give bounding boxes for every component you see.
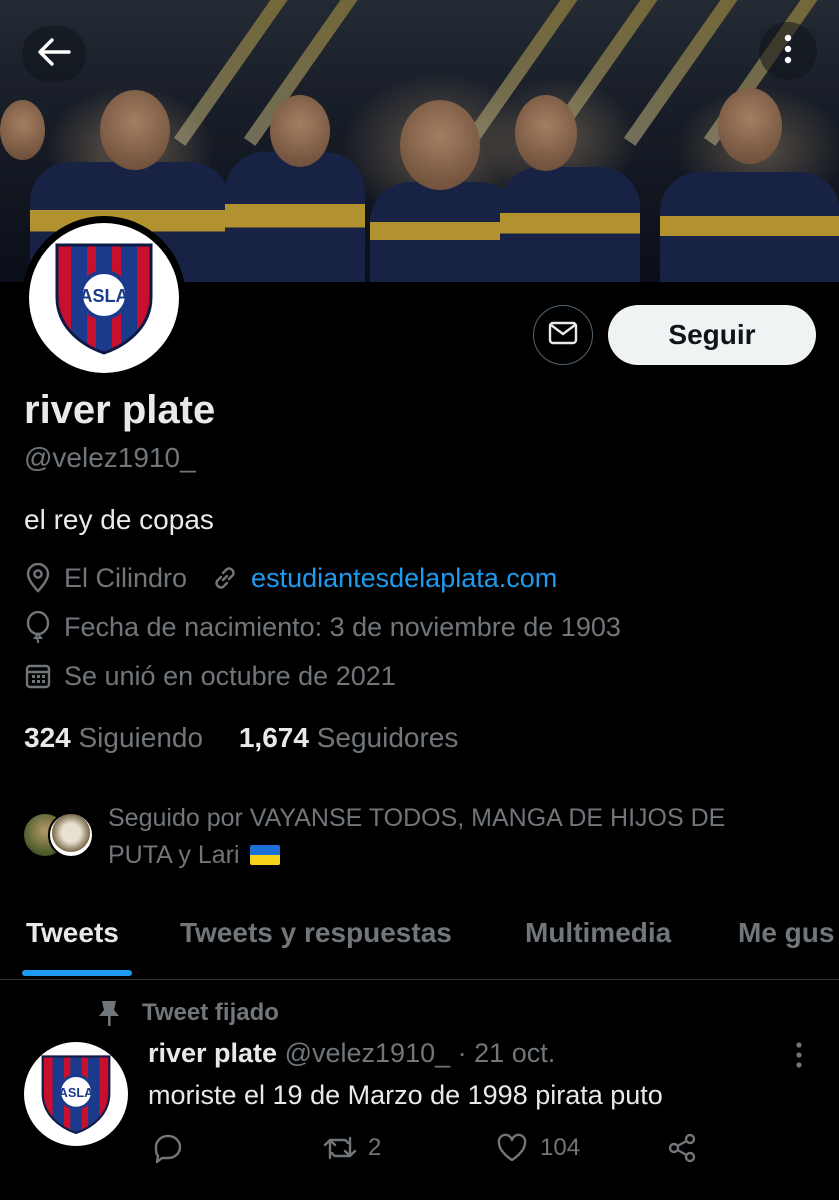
more-options-button[interactable] <box>759 22 817 80</box>
link-icon <box>209 562 241 594</box>
retweet-icon <box>322 1130 358 1166</box>
tab-media[interactable]: Multimedia <box>525 917 671 949</box>
birthday-text: Fecha de nacimiento: 3 de noviembre de 1… <box>64 611 621 642</box>
tweet-actions: 2 104 <box>0 1130 839 1178</box>
following-label: Siguiendo <box>78 722 204 753</box>
arrow-left-icon <box>36 37 72 72</box>
followed-by-line1: Seguido por VAYANSE TODOS, MANGA DE HIJO… <box>108 804 726 832</box>
profile-meta-joined: Se unió en octubre de 2021 <box>22 660 396 692</box>
website-link[interactable]: estudiantesdelaplata.com <box>251 563 557 594</box>
tweet-text: moriste el 19 de Marzo de 1998 pirata pu… <box>148 1080 663 1110</box>
balloon-icon <box>22 611 54 643</box>
profile-handle: @velez1910_ <box>24 442 196 473</box>
profile-bio: el rey de copas <box>24 504 214 535</box>
tweet-more-button[interactable] <box>792 1040 806 1075</box>
svg-text:ASLA: ASLA <box>59 1085 94 1100</box>
club-crest-icon: ASLA <box>55 243 153 355</box>
more-vertical-icon <box>792 1042 806 1074</box>
club-crest-icon: ASLA <box>41 1055 111 1135</box>
active-tab-indicator <box>22 970 132 976</box>
follower-avatar <box>48 812 94 858</box>
reply-button[interactable] <box>150 1130 196 1166</box>
tab-tweets[interactable]: Tweets <box>26 917 119 949</box>
location-pin-icon <box>22 562 54 594</box>
reply-icon <box>150 1130 186 1166</box>
share-button[interactable] <box>664 1130 710 1166</box>
tweet-date[interactable]: 21 oct. <box>474 1038 555 1068</box>
following-link[interactable]: 324 Siguiendo <box>24 722 203 753</box>
pinned-text: Tweet fijado <box>142 999 279 1026</box>
follow-counts: 324 Siguiendo 1,674 Seguidores <box>24 722 458 754</box>
tweet-header: river plate @velez1910_ · 21 oct. <box>148 1038 555 1069</box>
retweet-button[interactable]: 2 <box>322 1130 381 1166</box>
retweet-count: 2 <box>368 1134 382 1161</box>
envelope-icon <box>548 321 578 350</box>
tab-likes[interactable]: Me gus <box>738 917 834 949</box>
followers-count: 1,674 <box>238 722 309 753</box>
profile-avatar[interactable]: ASLA <box>22 216 186 380</box>
calendar-icon <box>22 660 54 692</box>
followed-by-line2: PUTA y Lari <box>108 841 240 869</box>
follow-button[interactable]: Seguir <box>608 305 816 365</box>
share-icon <box>664 1130 700 1166</box>
message-button[interactable] <box>533 305 593 365</box>
location-text: El Cilindro <box>64 562 188 593</box>
profile-tabs: Tweets Tweets y respuestas Multimedia Me… <box>0 900 839 980</box>
svg-text:ASLA: ASLA <box>80 286 129 306</box>
followers-label: Seguidores <box>316 722 459 753</box>
followed-by-text: Seguido por VAYANSE TODOS, MANGA DE HIJO… <box>108 800 808 874</box>
pin-icon <box>96 998 122 1028</box>
profile-meta-location-website: El Cilindro estudiantesdelaplata.com <box>22 562 557 594</box>
followers-link[interactable]: 1,674 Seguidores <box>239 722 459 753</box>
profile-meta-birthday: Fecha de nacimiento: 3 de noviembre de 1… <box>22 611 621 643</box>
like-count: 104 <box>540 1134 581 1161</box>
tweet-separator: · <box>457 1038 467 1068</box>
joined-text: Se unió en octubre de 2021 <box>64 660 396 691</box>
profile-name: river plate <box>24 388 216 432</box>
back-button[interactable] <box>22 26 86 82</box>
tab-tweets-replies[interactable]: Tweets y respuestas <box>180 917 452 949</box>
more-vertical-icon <box>783 33 793 70</box>
heart-icon <box>494 1130 530 1166</box>
tweet-author-name[interactable]: river plate <box>148 1038 277 1068</box>
like-button[interactable]: 104 <box>494 1130 580 1166</box>
ukraine-flag-icon <box>250 845 281 865</box>
pinned-tweet-label: Tweet fijado <box>96 998 279 1028</box>
tweet-author-handle: @velez1910_ <box>284 1038 451 1068</box>
following-count: 324 <box>24 722 71 753</box>
